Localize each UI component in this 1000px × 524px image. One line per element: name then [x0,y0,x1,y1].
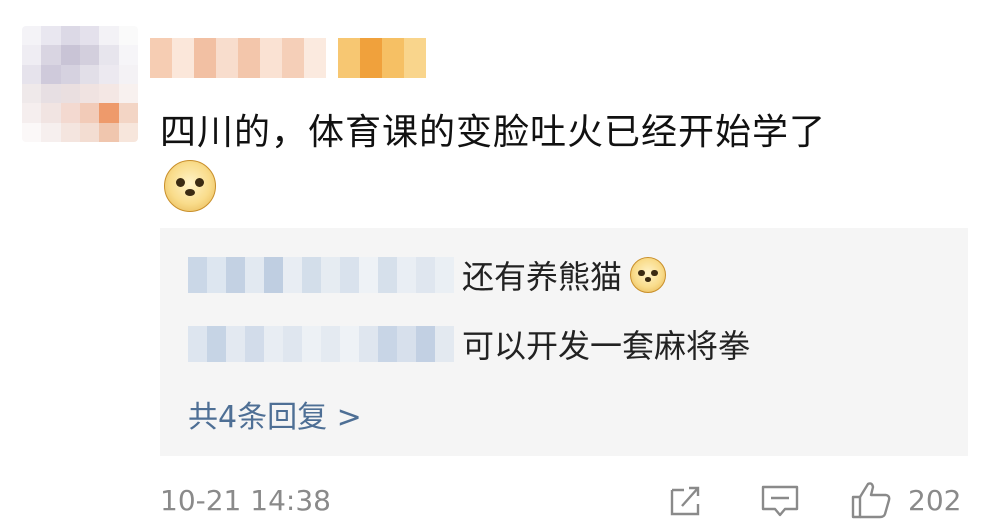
reply-username[interactable] [188,326,454,362]
reply-text: 还有养熊猫 [462,258,623,296]
doge-emoji-icon [630,257,667,293]
timestamp: 10-21 14:38 [160,484,331,517]
doge-emoji-icon [164,160,216,212]
more-replies-link[interactable]: 共4条回复 > [188,392,362,436]
share-icon[interactable] [668,482,706,522]
reply-username[interactable] [188,257,454,293]
reply-box[interactable]: 还有养熊猫 可以开发一套麻将拳 共4条回复 > [160,228,968,456]
like-count: 202 [908,484,962,517]
avatar[interactable] [22,26,138,142]
thumbs-up-icon[interactable] [850,480,892,524]
reply-item[interactable]: 可以开发一套麻将拳 [160,324,751,365]
comment-icon[interactable] [760,482,800,524]
reply-item[interactable]: 还有养熊猫 [160,255,667,296]
username[interactable] [150,38,426,78]
reply-text: 可以开发一套麻将拳 [462,327,751,365]
comment-text: 四川的，体育课的变脸吐火已经开始学了 [160,112,827,153]
